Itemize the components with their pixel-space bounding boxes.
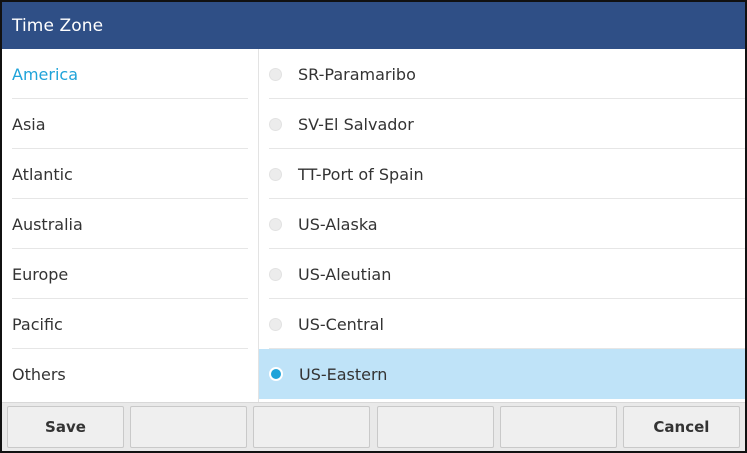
softkey-bar: Save Cancel [2,402,745,451]
zone-item[interactable]: US-Alaska [259,199,745,249]
zone-item[interactable]: TT-Port of Spain [259,149,745,199]
zone-label: US-Eastern [299,364,388,384]
radio-button[interactable] [269,67,282,81]
region-list: America Asia Atlantic Australia Europe P… [2,49,259,402]
radio-button[interactable] [269,317,282,331]
zone-label: SV-El Salvador [298,114,414,134]
radio-button[interactable] [269,267,282,281]
softkey-4-button[interactable] [376,406,494,448]
page-title: Time Zone [12,15,104,36]
region-item-america[interactable]: America [2,49,258,99]
save-button[interactable]: Save [7,406,124,448]
zone-item-selected[interactable]: US-Eastern [259,349,745,399]
region-item-europe[interactable]: Europe [2,249,258,299]
zone-label: US-Alaska [298,214,378,234]
zone-item[interactable]: SR-Paramaribo [259,49,745,99]
region-item-australia[interactable]: Australia [2,199,258,249]
zone-label: US-Aleutian [298,264,392,284]
radio-button-selected[interactable] [269,367,283,381]
region-item-pacific[interactable]: Pacific [2,299,258,349]
softkey-5-button[interactable] [499,406,617,448]
radio-button[interactable] [269,117,282,131]
zone-item[interactable]: US-Aleutian [259,249,745,299]
region-item-asia[interactable]: Asia [2,99,258,149]
radio-button[interactable] [269,167,282,181]
zone-label: US-Central [298,314,384,334]
zone-label: SR-Paramaribo [298,64,416,84]
content-area: America Asia Atlantic Australia Europe P… [2,49,745,402]
radio-button[interactable] [269,217,282,231]
title-bar: Time Zone [2,2,745,49]
cancel-button[interactable]: Cancel [622,406,740,448]
zone-item[interactable]: SV-El Salvador [259,99,745,149]
region-item-atlantic[interactable]: Atlantic [2,149,258,199]
zone-label: TT-Port of Spain [298,164,424,184]
time-zone-screen: Time Zone America Asia Atlantic Australi… [0,0,747,453]
zone-item[interactable]: US-Central [259,299,745,349]
softkey-2-button[interactable] [130,406,248,448]
softkey-3-button[interactable] [253,406,371,448]
zone-list: SR-Paramaribo SV-El Salvador TT-Port of … [259,49,745,402]
region-item-others[interactable]: Others [2,349,258,399]
